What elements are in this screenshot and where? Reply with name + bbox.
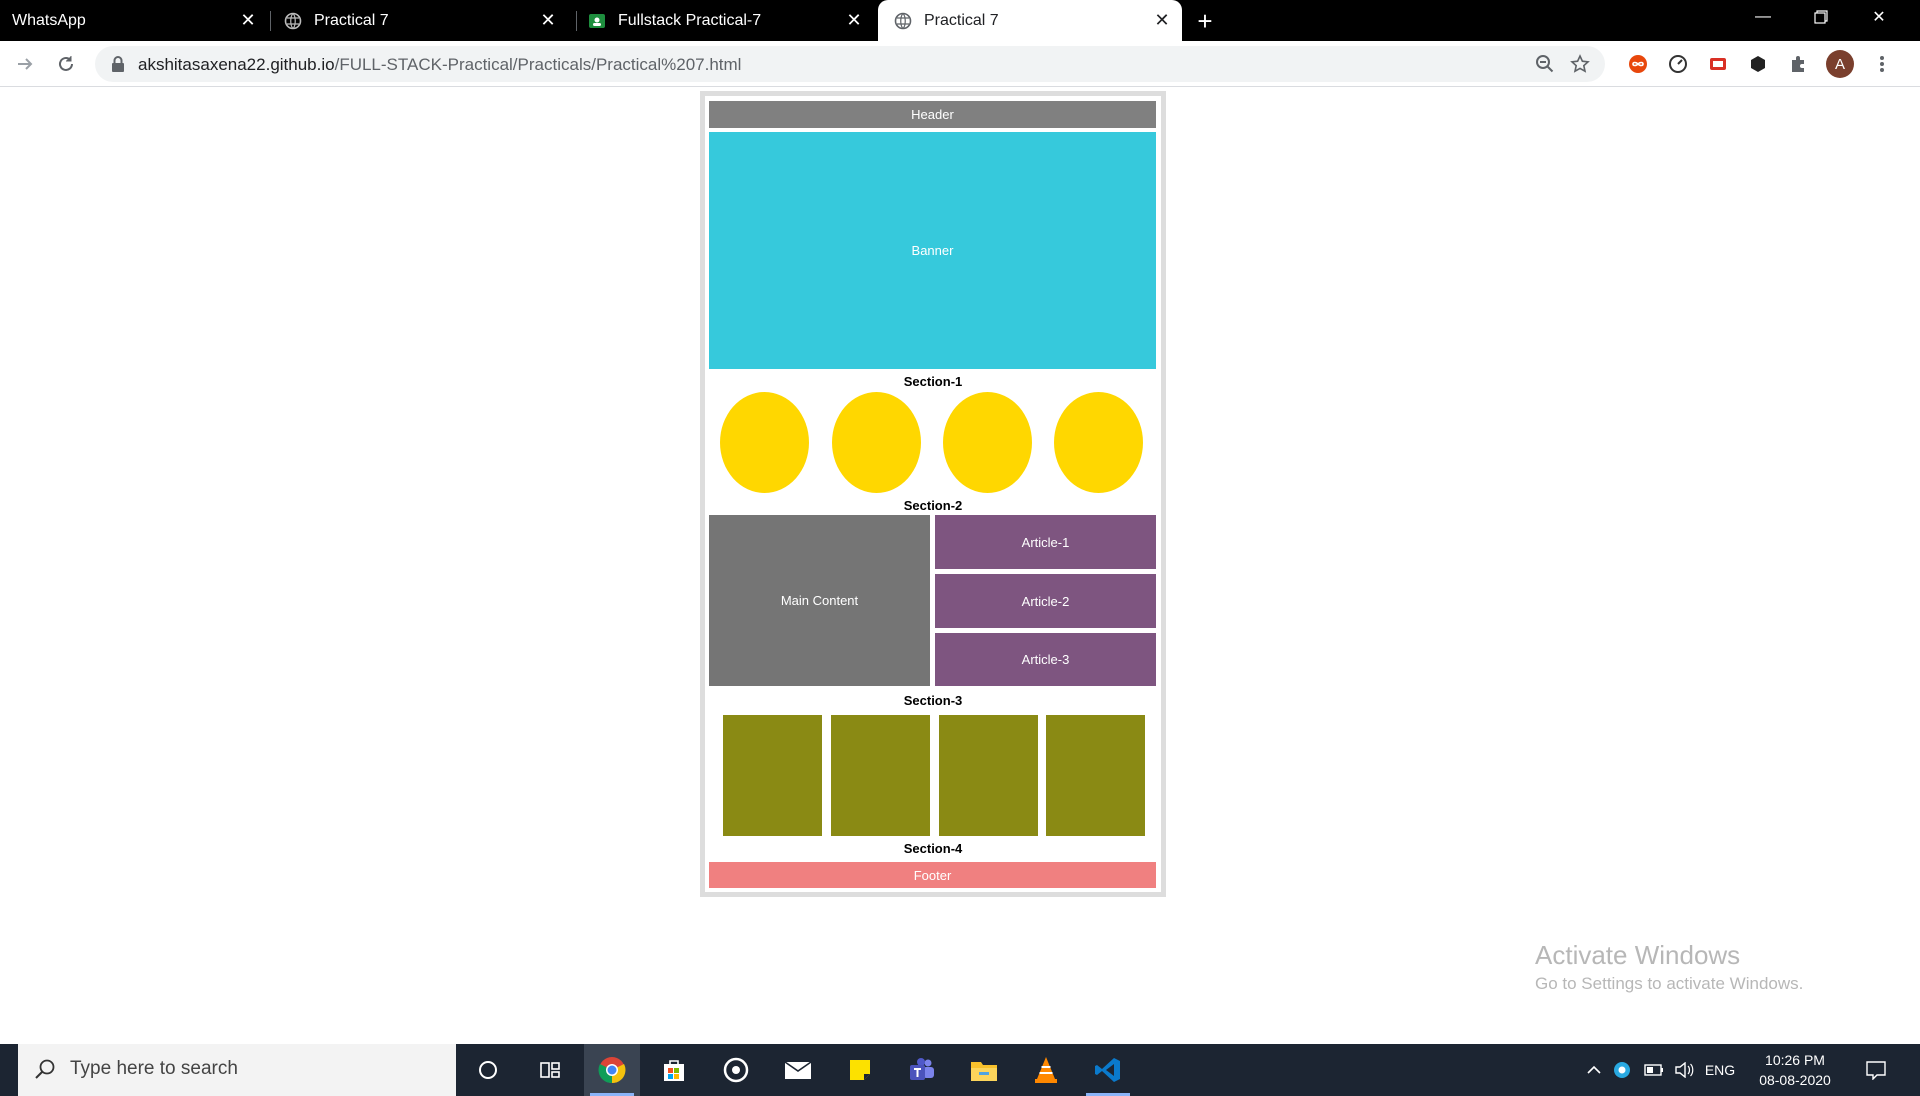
minimize-icon[interactable]: — <box>1734 0 1792 34</box>
article-2-block: Article-2 <box>935 574 1156 628</box>
mail-icon[interactable] <box>770 1044 826 1096</box>
page-container: Header Banner Section-1 Section-2 Main C… <box>700 91 1166 897</box>
action-center-icon[interactable] <box>1858 1044 1894 1096</box>
activate-windows-subtitle: Go to Settings to activate Windows. <box>1535 974 1804 993</box>
tab-separator <box>270 11 271 31</box>
tab-title: Practical 7 <box>924 11 999 29</box>
url-host: akshitasaxena22.github.io <box>138 55 335 74</box>
profile-avatar[interactable]: A <box>1826 50 1854 78</box>
search-icon <box>34 1058 56 1085</box>
sticky-notes-icon[interactable] <box>832 1044 888 1096</box>
zoom-icon[interactable] <box>1533 52 1557 76</box>
header-block: Header <box>709 101 1156 128</box>
groove-music-icon[interactable] <box>708 1044 764 1096</box>
restore-icon[interactable] <box>1792 0 1850 34</box>
main-content-block: Main Content <box>709 515 930 686</box>
cast-extension-icon[interactable] <box>1706 52 1730 76</box>
section-1-circle <box>1054 392 1143 493</box>
tab-fullstack-practical[interactable]: Fullstack Practical-7 ✕ <box>588 0 874 41</box>
chrome-taskbar-icon[interactable] <box>584 1044 640 1096</box>
reload-icon[interactable] <box>51 49 81 79</box>
taskbar-search-box[interactable]: Type here to search <box>18 1044 456 1096</box>
close-icon[interactable]: ✕ <box>238 10 258 30</box>
show-hidden-icons-chevron-icon[interactable] <box>1582 1044 1606 1096</box>
globe-icon <box>894 12 912 30</box>
section-3-box <box>1046 715 1145 836</box>
close-icon[interactable]: ✕ <box>538 10 558 30</box>
tab-title: WhatsApp <box>12 11 86 29</box>
search-placeholder: Type here to search <box>70 1058 238 1079</box>
section-1-circle <box>943 392 1032 493</box>
globe-icon <box>284 12 302 30</box>
task-view-icon[interactable] <box>522 1044 578 1096</box>
puzzle-extensions-icon[interactable] <box>1786 52 1810 76</box>
tab-practical-7[interactable]: Practical 7 ✕ <box>284 0 568 41</box>
cortana-icon[interactable] <box>460 1044 516 1096</box>
address-bar[interactable]: akshitasaxena22.github.io/FULL-STACK-Pra… <box>95 46 1605 82</box>
file-explorer-icon[interactable] <box>956 1044 1012 1096</box>
vscode-icon[interactable] <box>1080 1044 1136 1096</box>
close-icon[interactable]: ✕ <box>1152 10 1172 30</box>
tab-strip: WhatsApp ✕ Practical 7 ✕ Fullstack Pract… <box>0 0 1920 41</box>
footer-block: Footer <box>709 862 1156 888</box>
close-icon[interactable]: ✕ <box>844 10 864 30</box>
google-classroom-icon <box>588 12 606 30</box>
window-close-icon[interactable]: ✕ <box>1850 0 1908 34</box>
more-menu-icon[interactable] <box>1870 52 1894 76</box>
section-3-box <box>723 715 822 836</box>
tab-title: Fullstack Practical-7 <box>618 11 762 29</box>
bookmark-star-icon[interactable] <box>1568 52 1592 76</box>
windows-taskbar: Type here to search ENG 10:26 PM 08-08-2… <box>0 1044 1920 1096</box>
section-3-box <box>831 715 930 836</box>
section-3-box <box>939 715 1038 836</box>
banner-block: Banner <box>709 132 1156 369</box>
taskbar-clock[interactable]: 10:26 PM 08-08-2020 <box>1740 1050 1850 1090</box>
browser-toolbar: akshitasaxena22.github.io/FULL-STACK-Pra… <box>0 41 1920 87</box>
tab-title: Practical 7 <box>314 11 389 29</box>
extension-infinity-icon[interactable] <box>1626 52 1650 76</box>
app-tray-icon[interactable] <box>1610 1044 1634 1096</box>
url-path: /FULL-STACK-Practical/Practicals/Practic… <box>334 55 742 74</box>
tab-whatsapp[interactable]: WhatsApp ✕ <box>0 0 268 41</box>
volume-icon[interactable] <box>1672 1044 1696 1096</box>
teams-icon[interactable] <box>894 1044 950 1096</box>
battery-icon[interactable] <box>1642 1044 1666 1096</box>
clock-time: 10:26 PM <box>1765 1052 1825 1068</box>
forward-icon[interactable] <box>10 49 40 79</box>
lock-icon <box>109 55 127 73</box>
clock-date: 08-08-2020 <box>1759 1072 1831 1088</box>
url-text: akshitasaxena22.github.io/FULL-STACK-Pra… <box>138 55 741 75</box>
section-1-title: Section-1 <box>903 374 963 389</box>
section-2-title: Section-2 <box>903 498 963 513</box>
section-3-title: Section-3 <box>903 693 963 708</box>
microsoft-store-icon[interactable] <box>646 1044 702 1096</box>
section-1-circle <box>720 392 809 493</box>
language-indicator[interactable]: ENG <box>1702 1044 1738 1096</box>
article-1-block: Article-1 <box>935 515 1156 569</box>
cube-extension-icon[interactable] <box>1746 52 1770 76</box>
vlc-icon[interactable] <box>1018 1044 1074 1096</box>
speedometer-extension-icon[interactable] <box>1666 52 1690 76</box>
activate-windows-title: Activate Windows <box>1535 940 1741 970</box>
tab-practical-7-active[interactable]: Practical 7 ✕ <box>878 0 1182 41</box>
article-3-block: Article-3 <box>935 633 1156 686</box>
section-4-title: Section-4 <box>903 841 963 856</box>
section-1-circle <box>832 392 921 493</box>
tab-separator <box>576 11 577 31</box>
new-tab-button[interactable]: + <box>1190 6 1220 36</box>
